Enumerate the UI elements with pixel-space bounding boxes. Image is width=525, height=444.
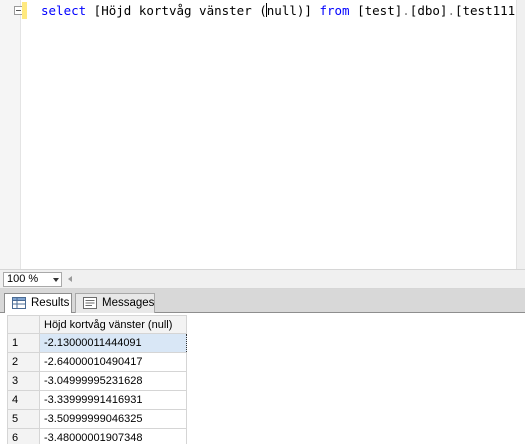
scroll-left-icon[interactable] xyxy=(68,276,72,282)
results-table: Höjd kortvåg vänster (null) 1 -2.1300001… xyxy=(7,315,187,444)
row-number[interactable]: 3 xyxy=(7,371,40,391)
selected-cell[interactable]: -2.13000011444091 xyxy=(39,333,187,353)
row-number[interactable]: 1 xyxy=(7,333,40,353)
row-number[interactable]: 4 xyxy=(7,390,40,410)
schema-name: [dbo] xyxy=(409,3,448,18)
grid-corner-cell[interactable] xyxy=(7,315,40,334)
table-cell[interactable]: -3.48000001907348 xyxy=(39,428,187,444)
dot-separator: . xyxy=(402,3,410,18)
query-text[interactable]: select [Höjd kortvåg vänster (null)] fro… xyxy=(41,2,523,19)
tab-results[interactable]: Results xyxy=(4,293,72,314)
dot-separator: . xyxy=(447,3,455,18)
keyword-select: select xyxy=(41,3,87,18)
results-grid: Höjd kortvåg vänster (null) 1 -2.1300001… xyxy=(0,313,525,444)
query-editor[interactable]: select [Höjd kortvåg vänster (null)] fro… xyxy=(0,0,525,269)
table-name: [test111] xyxy=(454,3,523,18)
table-cell[interactable]: -3.04999995231628 xyxy=(39,371,187,391)
table-row[interactable]: 6 -3.48000001907348 xyxy=(7,428,187,444)
change-marker xyxy=(22,2,27,19)
zoom-dropdown[interactable]: 100 % xyxy=(3,272,62,287)
row-number[interactable]: 5 xyxy=(7,409,40,429)
row-number[interactable]: 2 xyxy=(7,352,40,372)
tab-messages-label: Messages xyxy=(102,297,155,309)
tab-messages[interactable]: Messages xyxy=(75,293,155,313)
table-row[interactable]: 4 -3.33999991416931 xyxy=(7,390,187,410)
column-name-start: [Höjd kortvåg vänster ( xyxy=(86,3,267,18)
column-name-end: null)] xyxy=(266,3,312,18)
keyword-from: from xyxy=(319,3,350,18)
column-header[interactable]: Höjd kortvåg vänster (null) xyxy=(39,315,187,334)
table-cell[interactable]: -3.33999991416931 xyxy=(39,390,187,410)
table-cell[interactable]: -3.50999999046325 xyxy=(39,409,187,429)
messages-icon xyxy=(83,297,97,309)
table-row[interactable]: 3 -3.04999995231628 xyxy=(7,371,187,391)
db-name: [test] xyxy=(357,3,403,18)
grid-icon xyxy=(12,297,26,309)
zoom-bar: 100 % xyxy=(0,269,525,289)
row-number[interactable]: 6 xyxy=(7,428,40,444)
table-row[interactable]: 1 -2.13000011444091 xyxy=(7,333,187,353)
chevron-down-icon[interactable] xyxy=(53,278,59,282)
tab-results-label: Results xyxy=(31,297,70,309)
table-row[interactable]: 5 -3.50999999046325 xyxy=(7,409,187,429)
zoom-value: 100 % xyxy=(7,273,39,285)
editor-vertical-scrollbar[interactable] xyxy=(516,0,525,269)
editor-gutter xyxy=(0,0,21,269)
table-row[interactable]: 2 -2.64000010490417 xyxy=(7,352,187,372)
results-tab-strip: Results Messages xyxy=(0,289,525,314)
table-cell[interactable]: -2.64000010490417 xyxy=(39,352,187,372)
